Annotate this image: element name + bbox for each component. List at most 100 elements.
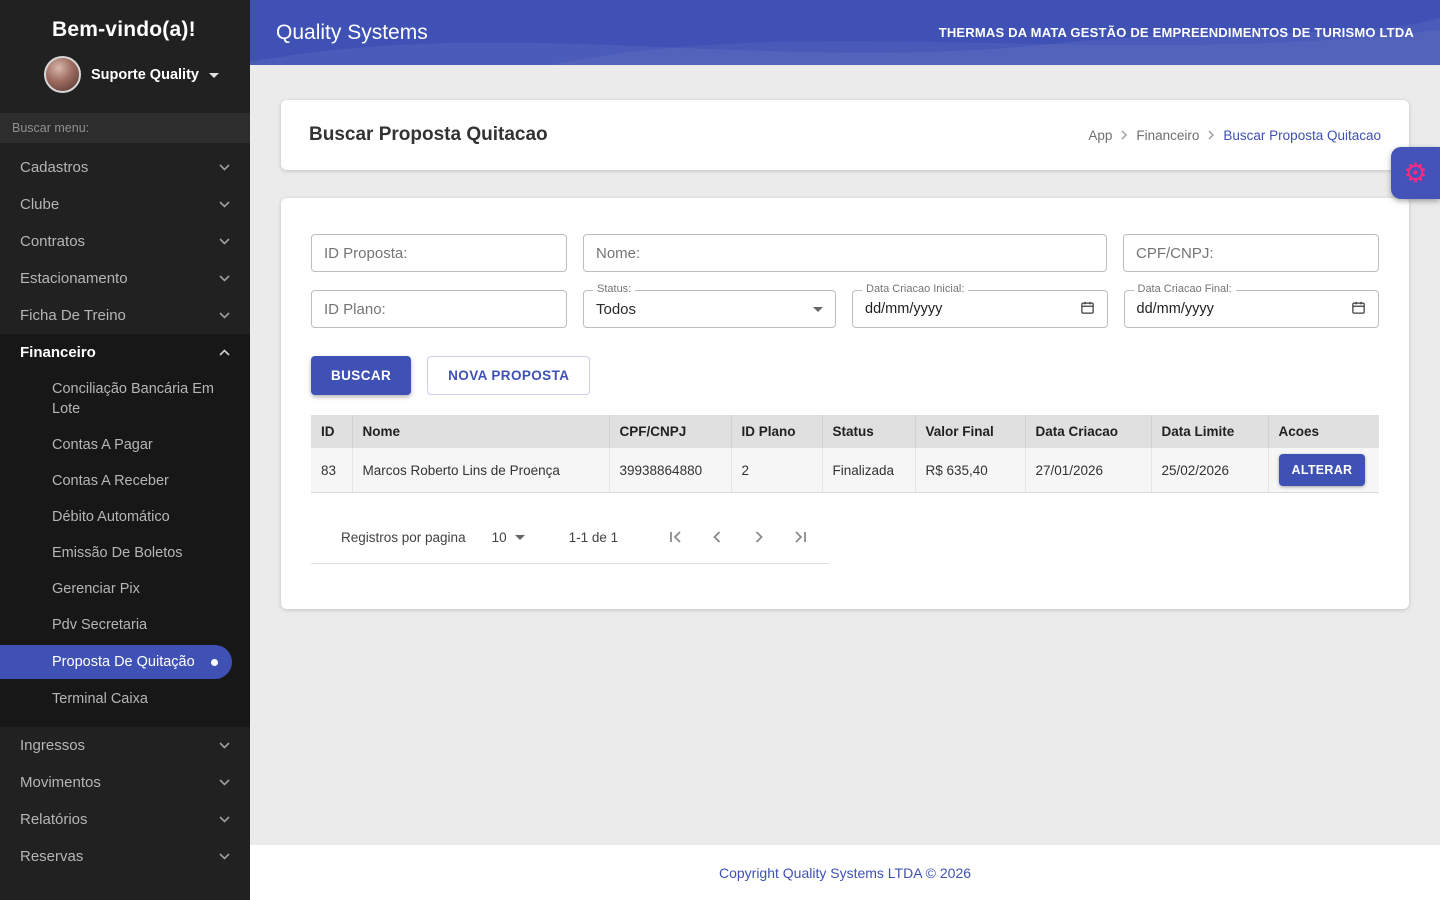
welcome-text: Bem-vindo(a)! — [52, 18, 196, 41]
user-menu[interactable]: Suporte Quality — [0, 42, 250, 103]
sidebar-item-estacionamento[interactable]: Estacionamento — [0, 260, 250, 297]
chevron-down-icon — [219, 312, 230, 319]
user-name: Suporte Quality — [91, 66, 199, 83]
caret-down-icon — [208, 73, 219, 78]
status-label: Status: — [593, 283, 636, 296]
chevron-down-icon — [219, 275, 230, 282]
column-header-status: Status — [822, 415, 916, 448]
sidebar-item-conciliacao-bancaria-em-lote[interactable]: Conciliação Bancária Em Lote — [0, 371, 250, 427]
cell-data-limite: 25/02/2026 — [1151, 448, 1269, 493]
calendar-icon[interactable] — [1351, 300, 1366, 319]
rows-per-page-label: Registros por pagina — [341, 529, 466, 545]
avatar — [44, 56, 81, 93]
chevron-left-icon — [713, 531, 721, 543]
sidebar-item-movimentos[interactable]: Movimentos — [0, 764, 250, 801]
rows-per-page-select[interactable]: 10 — [492, 530, 525, 545]
next-page-button[interactable] — [749, 527, 769, 547]
sidebar-item-debito-automatico[interactable]: Débito Automático — [0, 499, 250, 535]
dropdown-arrow-icon — [514, 534, 525, 540]
page-range-text: 1-1 de 1 — [568, 529, 619, 545]
previous-page-button[interactable] — [707, 527, 727, 547]
sidebar-item-emissao-de-boletos[interactable]: Emissão De Boletos — [0, 535, 250, 571]
chevron-right-icon — [1208, 128, 1215, 143]
cell-valor-final: R$ 635,40 — [915, 448, 1026, 493]
cell-nome: Marcos Roberto Lins de Proença — [352, 448, 610, 493]
chevron-up-icon — [219, 349, 230, 356]
sidebar-item-financeiro[interactable]: Financeiro — [0, 334, 250, 371]
cell-cpf-cnpj: 39938864880 — [609, 448, 732, 493]
sidebar-item-contratos[interactable]: Contratos — [0, 223, 250, 260]
first-page-icon — [670, 531, 681, 543]
sidebar-nav: Cadastros Clube Contratos Estacionamento… — [0, 149, 250, 900]
sidebar-item-contas-a-receber[interactable]: Contas A Receber — [0, 463, 250, 499]
breadcrumb-app[interactable]: App — [1088, 128, 1112, 143]
chevron-down-icon — [219, 816, 230, 823]
first-page-button[interactable] — [665, 527, 685, 547]
sidebar-item-label: Ingressos — [20, 737, 86, 754]
chevron-down-icon — [219, 238, 230, 245]
results-table: ID Nome CPF/CNPJ ID Plano Status Valor F… — [311, 415, 1379, 493]
column-header-id-plano: ID Plano — [731, 415, 823, 448]
data-criacao-inicial-label: Data Criacao Inicial: — [862, 283, 969, 296]
form-row-1 — [311, 234, 1379, 272]
chevron-down-icon — [219, 201, 230, 208]
breadcrumb-current: Buscar Proposta Quitacao — [1223, 127, 1381, 143]
sidebar-item-label: Clube — [20, 196, 60, 213]
column-header-nome: Nome — [352, 415, 610, 448]
status-value: Todos — [596, 300, 637, 318]
sidebar-item-label: Estacionamento — [20, 270, 128, 287]
breadcrumb-financeiro[interactable]: Financeiro — [1136, 128, 1199, 143]
sidebar-item-label: Proposta De Quitação — [52, 654, 195, 670]
cell-acoes: ALTERAR — [1268, 448, 1379, 493]
gear-icon: ⚙ — [1403, 157, 1428, 188]
calendar-icon[interactable] — [1080, 300, 1095, 319]
sidebar-item-label: Contratos — [20, 233, 86, 250]
sidebar-item-gerenciar-pix[interactable]: Gerenciar Pix — [0, 571, 250, 607]
sidebar-item-terminal-caixa[interactable]: Terminal Caixa — [0, 681, 250, 717]
table-row: 83 Marcos Roberto Lins de Proença 399388… — [311, 448, 1379, 493]
footer: Copyright Quality Systems LTDA © 2026 — [250, 845, 1440, 900]
dropdown-arrow-icon — [813, 306, 823, 312]
breadcrumb: App Financeiro Buscar Proposta Quitacao — [1088, 128, 1381, 143]
column-header-cpf-cnpj: CPF/CNPJ — [609, 415, 732, 448]
last-page-button[interactable] — [791, 527, 811, 547]
sidebar: Bem-vindo(a)! Suporte Quality Cadastros … — [0, 0, 250, 900]
page-title: Buscar Proposta Quitacao — [309, 124, 548, 145]
cpf-cnpj-input[interactable] — [1123, 234, 1379, 272]
form-row-2: Status: Todos Data Criacao Inicial: dd/m… — [311, 283, 1379, 328]
settings-fab[interactable]: ⚙ — [1391, 147, 1440, 199]
date-value: dd/mm/yyyy — [1136, 301, 1214, 317]
alterar-button[interactable]: ALTERAR — [1278, 454, 1366, 486]
financeiro-group: Financeiro Conciliação Bancária Em Lote … — [0, 334, 250, 727]
id-proposta-input[interactable] — [311, 234, 567, 272]
sidebar-item-pdv-secretaria[interactable]: Pdv Secretaria — [0, 607, 250, 643]
company-name: THERMAS DA MATA GESTÃO DE EMPREENDIMENTO… — [938, 25, 1414, 40]
column-header-id: ID — [311, 415, 353, 448]
sidebar-item-label: Cadastros — [20, 159, 89, 176]
column-header-acoes: Acoes — [1268, 415, 1379, 448]
sidebar-item-contas-a-pagar[interactable]: Contas A Pagar — [0, 427, 250, 463]
sidebar-item-label: Reservas — [20, 848, 84, 865]
chevron-right-icon — [756, 531, 763, 543]
id-plano-input[interactable] — [311, 290, 567, 328]
sidebar-item-ficha-de-treino[interactable]: Ficha De Treino — [0, 297, 250, 334]
nome-input[interactable] — [583, 234, 1107, 272]
chevron-down-icon — [219, 779, 230, 786]
sidebar-item-reservas[interactable]: Reservas — [0, 838, 250, 875]
sidebar-item-relatorios[interactable]: Relatórios — [0, 801, 250, 838]
sidebar-item-proposta-de-quitacao[interactable]: Proposta De Quitação — [0, 645, 232, 679]
column-header-data-criacao: Data Criacao — [1025, 415, 1152, 448]
app-title: Quality Systems — [276, 20, 428, 44]
main-area: Quality Systems THERMAS DA MATA GESTÃO D… — [250, 0, 1440, 900]
rows-per-page-value: 10 — [491, 529, 507, 545]
buscar-button[interactable]: BUSCAR — [311, 356, 412, 395]
top-header: Quality Systems THERMAS DA MATA GESTÃO D… — [250, 0, 1440, 65]
sidebar-item-ingressos[interactable]: Ingressos — [0, 727, 250, 764]
sidebar-item-clube[interactable]: Clube — [0, 186, 250, 223]
nova-proposta-button[interactable]: NOVA PROPOSTA — [427, 356, 591, 395]
cell-data-criacao: 27/01/2026 — [1025, 448, 1152, 493]
cell-status: Finalizada — [822, 448, 916, 493]
menu-search-input[interactable] — [0, 113, 250, 143]
sidebar-item-cadastros[interactable]: Cadastros — [0, 149, 250, 186]
copyright-text: Copyright Quality Systems LTDA © 2026 — [718, 864, 972, 881]
